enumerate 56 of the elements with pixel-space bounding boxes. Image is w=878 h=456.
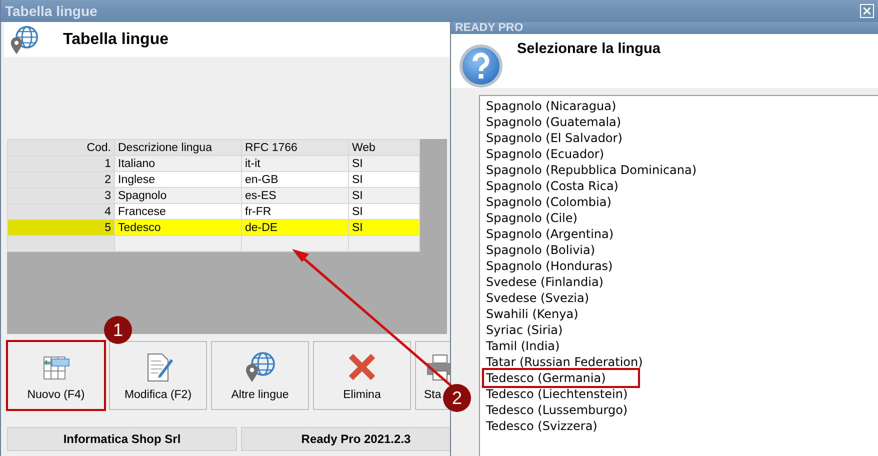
column-header[interactable]: Cod. xyxy=(8,140,114,156)
list-item[interactable]: Svedese (Finlandia) xyxy=(484,274,606,290)
list-item[interactable]: Tatar (Russian Federation) xyxy=(484,354,645,370)
list-item[interactable]: Svedese (Svezia) xyxy=(484,290,592,306)
list-item[interactable]: Spagnolo (Ecuador) xyxy=(484,146,606,162)
list-item[interactable]: Spagnolo (Guatemala) xyxy=(484,114,624,130)
table-cell: 1 xyxy=(8,156,114,172)
table-cell: 5 xyxy=(8,220,114,236)
list-item[interactable]: Tedesco (Liechtenstein) xyxy=(484,386,630,402)
list-item[interactable]: Tedesco (Lussemburgo) xyxy=(484,402,630,418)
table-cell: SI xyxy=(348,172,420,188)
table-cell: fr-FR xyxy=(242,204,348,220)
table-row[interactable]: 4 Francese fr-FR SI xyxy=(8,204,420,220)
table-cell: Francese xyxy=(114,204,242,220)
table-row[interactable]: 3 Spagnolo es-ES SI xyxy=(8,188,420,204)
list-item[interactable]: Tedesco (Svizzera) xyxy=(484,418,600,434)
column-header[interactable]: RFC 1766 xyxy=(242,140,348,156)
list-item[interactable]: Tamil (India) xyxy=(484,338,562,354)
table-cell: Inglese xyxy=(114,172,242,188)
list-item[interactable]: Spagnolo (Bolivia) xyxy=(484,242,598,258)
toolbar-button[interactable]: Modifica (F2) xyxy=(109,341,207,410)
list-item[interactable]: Spagnolo (Argentina) xyxy=(484,226,616,242)
table-cell: en-GB xyxy=(242,172,348,188)
window-title: Tabella lingue xyxy=(5,3,98,19)
table-cell: 2 xyxy=(8,172,114,188)
list-item[interactable]: Syriac (Siria) xyxy=(484,322,565,338)
dialog-title: READY PRO xyxy=(455,22,524,34)
table-row[interactable]: 5 Tedesco de-DE SI xyxy=(8,220,420,236)
table-cell: 4 xyxy=(8,204,114,220)
table-cell: SI xyxy=(348,204,420,220)
column-header[interactable]: Descrizione lingua xyxy=(114,140,242,156)
column-header[interactable]: Web xyxy=(348,140,420,156)
table-cell: SI xyxy=(348,220,420,236)
table-row[interactable]: 1 Italiano it-it SI xyxy=(8,156,420,172)
status-bar-panel: Informatica Shop Srl xyxy=(7,427,237,451)
list-item[interactable]: Swahili (Kenya) xyxy=(484,306,580,322)
toolbar-button[interactable]: Nuovo (F4) xyxy=(7,341,105,410)
list-item[interactable]: Spagnolo (Repubblica Dominicana) xyxy=(484,162,699,178)
toolbar-button[interactable]: Elimina xyxy=(313,341,411,410)
language-list[interactable] xyxy=(479,95,878,456)
list-item[interactable]: Spagnolo (Nicaragua) xyxy=(484,98,618,114)
globe-pin-icon xyxy=(9,24,39,54)
table-cell: Tedesco xyxy=(114,220,242,236)
list-item[interactable]: Spagnolo (Costa Rica) xyxy=(484,178,620,194)
table-cell: de-DE xyxy=(242,220,348,236)
list-item[interactable]: Spagnolo (Colombia) xyxy=(484,194,614,210)
list-item[interactable]: Tedesco (Germania) xyxy=(484,370,638,386)
globe-pin-icon xyxy=(244,350,276,382)
table-row[interactable]: 2 Inglese en-GB SI xyxy=(8,172,420,188)
list-item[interactable]: Spagnolo (El Salvador) xyxy=(484,130,624,146)
list-item[interactable]: Spagnolo (Cile) xyxy=(484,210,580,226)
table-cell: 3 xyxy=(8,188,114,204)
dialog-heading: Selezionare la lingua xyxy=(517,41,660,57)
list-item[interactable]: Spagnolo (Honduras) xyxy=(484,258,615,274)
toolbar-button[interactable]: Altre lingue xyxy=(211,341,309,410)
header-title: Tabella lingue xyxy=(63,30,168,48)
